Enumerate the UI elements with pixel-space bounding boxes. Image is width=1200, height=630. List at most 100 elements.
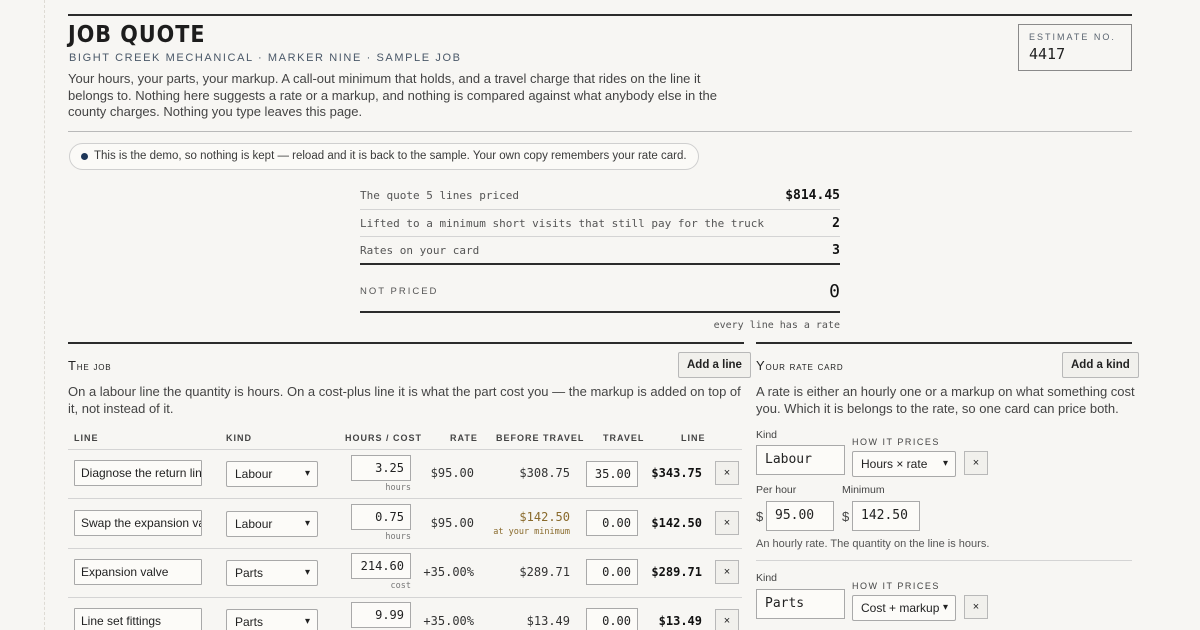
header-rule <box>68 14 1132 16</box>
job-section-desc: On a labour line the quantity is hours. … <box>68 384 741 416</box>
kind-select[interactable]: Labour ▾ <box>226 511 318 537</box>
add-line-button[interactable]: Add a line <box>678 352 751 378</box>
qty-input[interactable]: 0.75 <box>351 504 411 530</box>
kind-label: Kind <box>756 429 778 441</box>
before-travel-cell: $142.50 <box>519 510 570 524</box>
col-header-travel: TRAVEL <box>603 433 645 443</box>
summary-row: Rates on your card 3 <box>360 237 840 265</box>
before-travel-cell: $308.75 <box>519 466 570 480</box>
table-rule <box>68 548 742 549</box>
summary-row: The quote 5 lines priced $814.45 <box>360 182 840 210</box>
travel-input[interactable]: 35.00 <box>586 461 638 487</box>
demo-notice-text: This is the demo, so nothing is kept — r… <box>94 150 687 162</box>
job-section-rule <box>68 342 744 344</box>
summary-label: Lifted to a minimum short visits that st… <box>360 216 764 230</box>
rate-note: An hourly rate. The quantity on the line… <box>756 538 990 550</box>
qty-input[interactable]: 9.99 <box>351 602 411 628</box>
summary-row: Lifted to a minimum short visits that st… <box>360 210 840 237</box>
col-header-kind: KIND <box>226 433 252 443</box>
summary-label: The quote 5 lines priced <box>360 189 519 202</box>
travel-input[interactable]: 0.00 <box>586 510 638 536</box>
estimate-number-box[interactable]: ESTIMATE NO. 4417 <box>1018 24 1132 71</box>
qty-unit: hours <box>385 483 411 493</box>
not-priced-row: NOT PRICED 0 <box>360 265 840 313</box>
section-divider <box>68 131 1132 132</box>
per-hour-label: Per hour <box>756 484 797 496</box>
summary-footnote: every line has a rate <box>713 320 840 331</box>
rate-cell: +35.00% <box>423 614 474 628</box>
line-name-input[interactable]: Line set fittings <box>74 608 202 630</box>
qty-input[interactable]: 214.60 <box>351 553 411 579</box>
rate-card-section-rule <box>756 342 1132 344</box>
intro-text: Your hours, your parts, your markup. A c… <box>68 71 717 119</box>
rate-cell: +35.00% <box>423 565 474 579</box>
how-it-prices-label: HOW IT PRICES <box>852 437 940 447</box>
delete-line-button[interactable]: × <box>715 609 739 630</box>
rate-kind-input[interactable]: Parts <box>756 589 845 619</box>
qty-unit: hours <box>385 532 411 542</box>
rate-card-divider <box>756 560 1132 561</box>
line-total-cell: $13.49 <box>658 614 702 628</box>
rate-cell: $95.00 <box>430 466 474 480</box>
line-name-input[interactable]: Expansion valve <box>74 559 202 585</box>
page-subtitle: BIGHT CREEK MECHANICAL · MARKER NINE · S… <box>69 52 462 64</box>
minimum-input[interactable]: 142.50 <box>852 501 920 531</box>
delete-line-button[interactable]: × <box>715 560 739 584</box>
summary-value: 3 <box>832 242 840 258</box>
delete-rate-button[interactable]: × <box>964 595 988 619</box>
col-header-line-total: LINE <box>681 433 706 443</box>
col-header-qty: HOURS / COST <box>345 433 423 443</box>
line-name-input[interactable]: Swap the expansion valve <box>74 510 202 536</box>
travel-input[interactable]: 0.00 <box>586 559 638 585</box>
delete-line-button[interactable]: × <box>715 511 739 535</box>
summary-value: $814.45 <box>785 188 840 203</box>
line-total-cell: $142.50 <box>651 516 702 530</box>
currency-symbol: $ <box>756 509 764 524</box>
summary-value: 2 <box>832 215 840 231</box>
kind-label: Kind <box>756 572 778 584</box>
add-kind-button[interactable]: Add a kind <box>1062 352 1139 378</box>
table-rule <box>68 498 742 499</box>
pricing-method-select[interactable]: Cost + markup ▾ <box>852 595 956 621</box>
table-rule <box>68 597 742 598</box>
line-total-cell: $289.71 <box>651 565 702 579</box>
col-header-before-travel: BEFORE TRAVEL <box>496 433 585 443</box>
travel-input[interactable]: 0.00 <box>586 608 638 630</box>
line-name-input[interactable]: Diagnose the return line <box>74 460 202 486</box>
rate-card-desc: A rate is either an hourly one or a mark… <box>756 384 1135 416</box>
table-rule <box>68 449 742 450</box>
chevron-down-icon: ▾ <box>942 458 948 469</box>
estimate-value: 4417 <box>1029 45 1066 63</box>
kind-select[interactable]: Parts ▾ <box>226 560 318 586</box>
summary-label: Rates on your card <box>360 243 480 257</box>
estimate-label: ESTIMATE NO. <box>1029 32 1116 42</box>
per-hour-input[interactable]: 95.00 <box>766 501 834 531</box>
how-it-prices-label: HOW IT PRICES <box>852 581 940 591</box>
col-header-line: LINE <box>74 433 99 443</box>
not-priced-label: NOT PRICED <box>360 285 439 297</box>
chevron-down-icon: ▾ <box>942 602 948 613</box>
rate-cell: $95.00 <box>430 516 474 530</box>
kind-select[interactable]: Labour ▾ <box>226 461 318 487</box>
not-priced-value: 0 <box>829 280 840 302</box>
delete-rate-button[interactable]: × <box>964 451 988 475</box>
qty-unit: cost <box>390 581 411 591</box>
currency-symbol: $ <box>842 509 850 524</box>
page-margin-rule <box>44 0 45 630</box>
before-travel-cell: $289.71 <box>519 565 570 579</box>
job-section-title: The job <box>68 358 112 373</box>
rate-kind-input[interactable]: Labour <box>756 445 845 475</box>
kind-select[interactable]: Parts ▾ <box>226 609 318 630</box>
col-header-rate: RATE <box>450 433 478 443</box>
chevron-down-icon: ▾ <box>304 616 310 627</box>
line-total-cell: $343.75 <box>651 466 702 480</box>
status-dot-icon <box>81 153 88 160</box>
before-travel-cell: $13.49 <box>526 614 570 628</box>
chevron-down-icon: ▾ <box>304 567 310 578</box>
minimum-note: at your minimum <box>493 527 570 537</box>
demo-notice: This is the demo, so nothing is kept — r… <box>69 143 699 170</box>
delete-line-button[interactable]: × <box>715 461 739 485</box>
qty-input[interactable]: 3.25 <box>351 455 411 481</box>
pricing-method-select[interactable]: Hours × rate ▾ <box>852 451 956 477</box>
quote-summary: The quote 5 lines priced $814.45 Lifted … <box>360 182 840 331</box>
